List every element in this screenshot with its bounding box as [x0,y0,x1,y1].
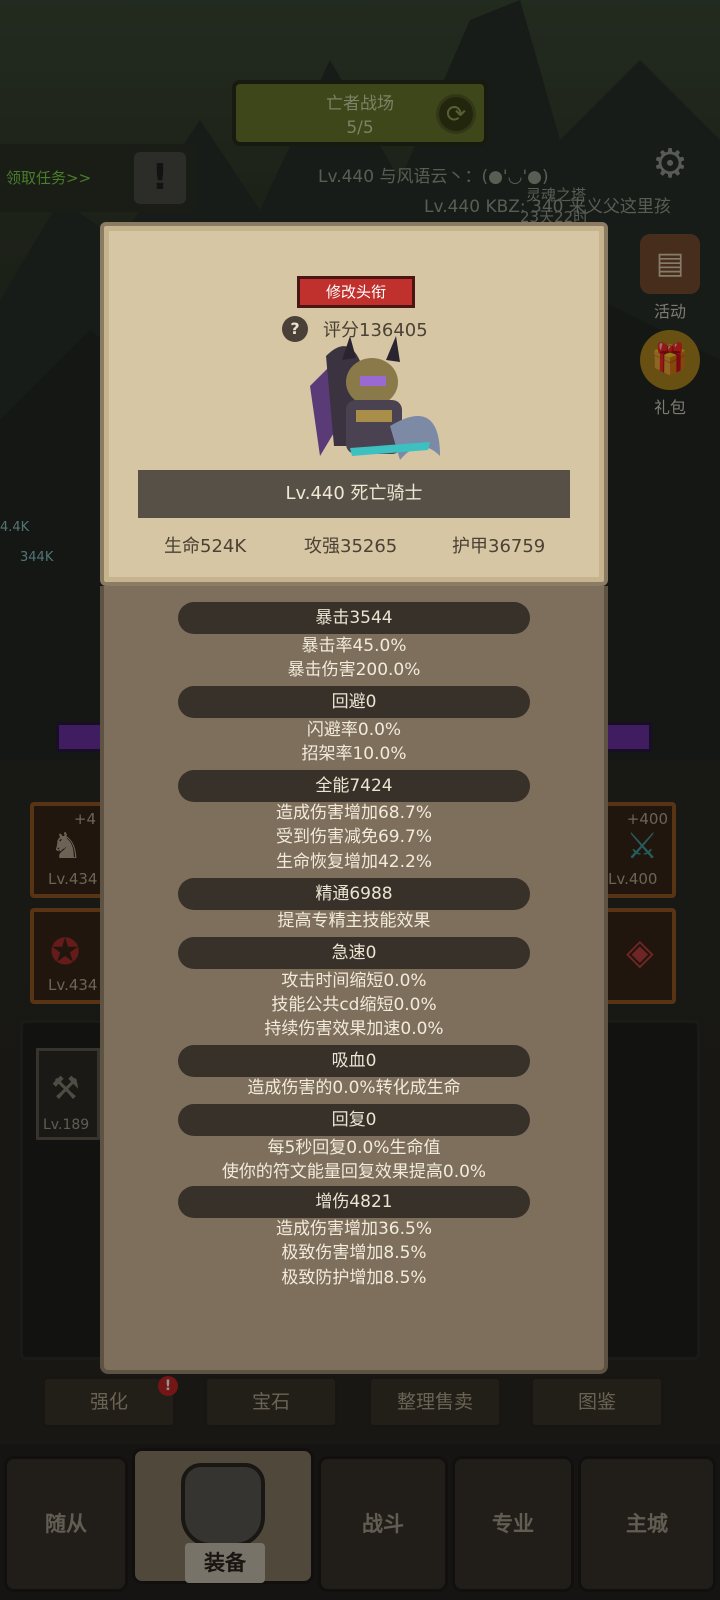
stat-line: 闪避率0.0% [306,720,402,740]
attack-stat: 攻强35265 [304,536,398,557]
stat-header-mastery: 精通6988 [178,878,530,910]
hero-name-banner: Lv.440 死亡骑士 [138,470,570,518]
stat-line: 造成伤害增加68.7% [275,803,432,823]
stat-line: 暴击伤害200.0% [287,660,421,680]
stat-header-regen: 回复0 [178,1104,530,1136]
stat-line: 每5秒回复0.0%生命值 [267,1138,441,1158]
stat-header-versatility: 全能7424 [178,770,530,802]
stat-line: 提高专精主技能效果 [277,911,431,931]
stat-line: 生命恢复增加42.2% [275,852,432,872]
stat-line: 持续伤害效果加速0.0% [264,1019,444,1039]
stat-line: 造成伤害的0.0%转化成生命 [247,1078,461,1098]
stat-line: 极致防护增加8.5% [281,1268,427,1288]
stat-line: 受到伤害减免69.7% [275,827,432,847]
edit-title-button[interactable]: 修改头衔 [297,276,415,308]
stat-header-crit: 暴击3544 [178,602,530,634]
stat-line: 技能公共cd缩短0.0% [271,995,437,1015]
stat-line: 暴击率45.0% [301,636,407,656]
stat-header-haste: 急速0 [178,937,530,969]
stat-line: 极致伤害增加8.5% [281,1243,427,1263]
stat-header-lifesteal: 吸血0 [178,1045,530,1077]
death-knight-avatar [310,336,440,460]
stat-line: 攻击时间缩短0.0% [281,971,427,991]
hp-stat: 生命524K [164,536,247,557]
stat-line: 招架率10.0% [301,744,407,764]
stat-header-avoidance: 回避0 [178,686,530,718]
armor-stat: 护甲36759 [452,536,546,557]
stat-line: 造成伤害增加36.5% [275,1219,432,1239]
stat-line: 使你的符文能量回复效果提高0.0% [221,1162,487,1182]
stat-header-damage-boost: 增伤4821 [178,1186,530,1218]
